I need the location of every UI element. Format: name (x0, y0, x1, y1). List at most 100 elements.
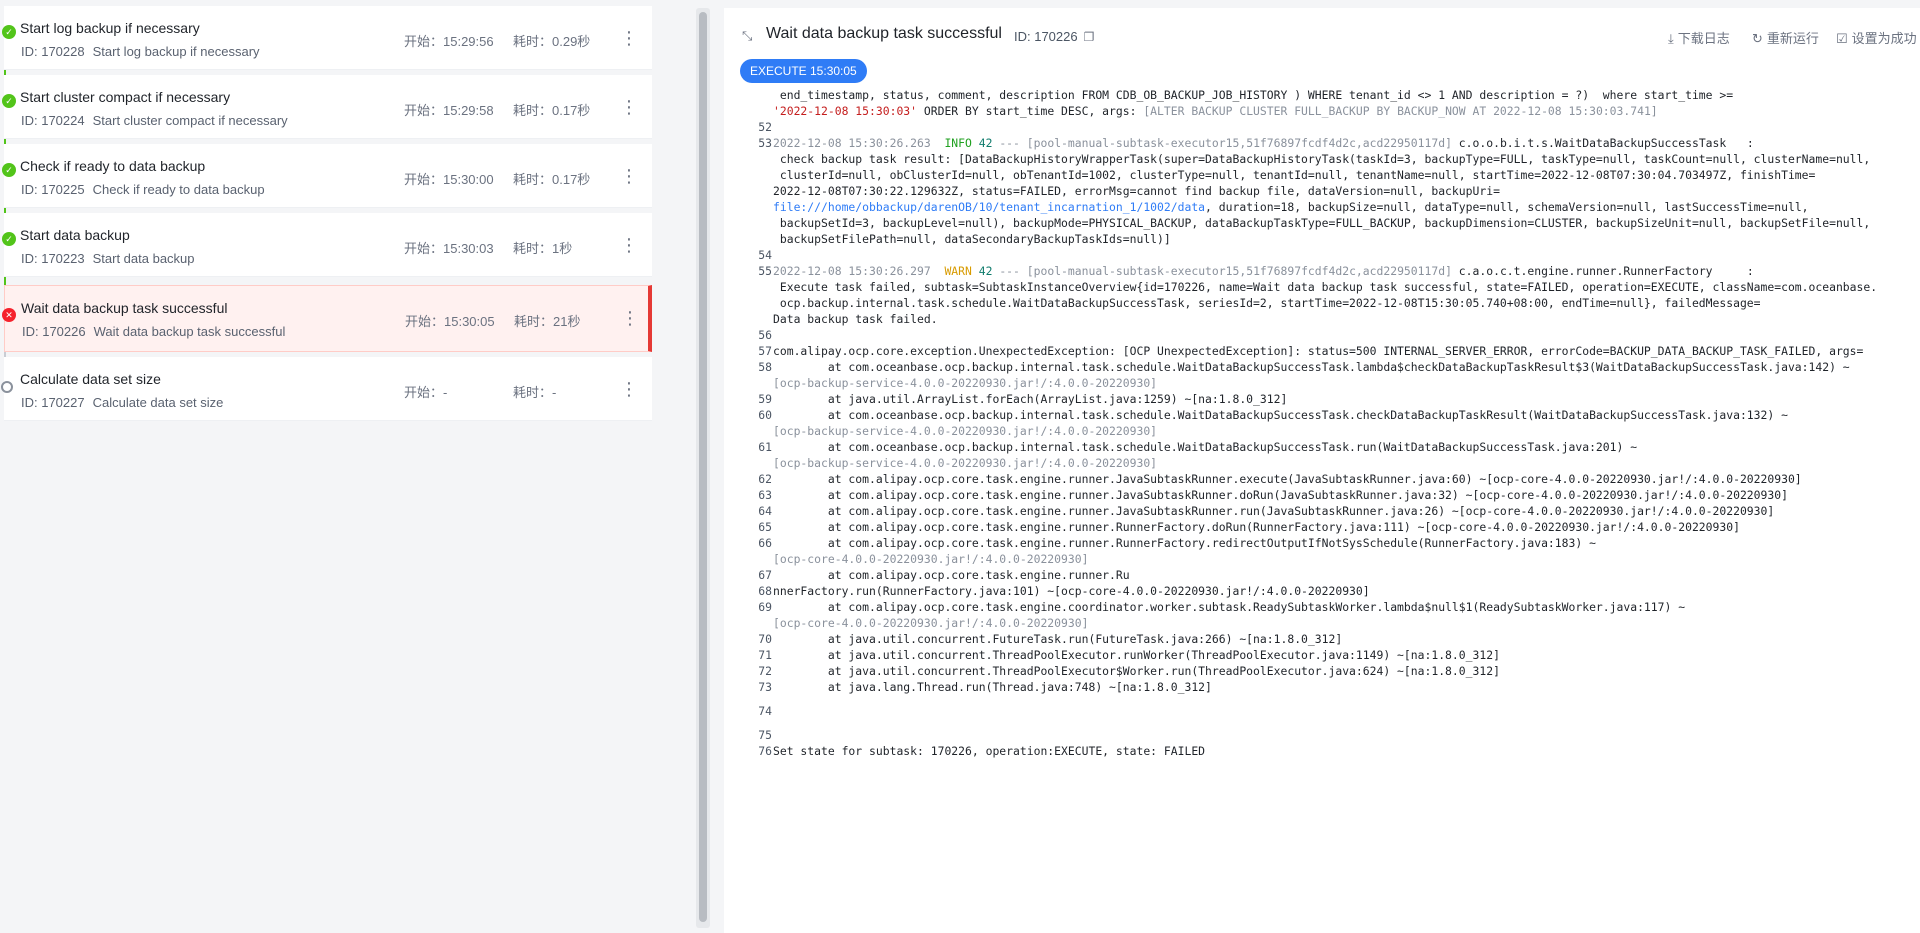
subtask-id: ID: 170226 (1014, 29, 1078, 44)
panel-scrollbar[interactable] (696, 8, 710, 928)
log-pid: 42 (978, 136, 993, 150)
subtask-item[interactable]: ✓ Start log backup if necessary ID: 1702… (2, 6, 652, 70)
log-pid: 42 (978, 264, 993, 278)
subtask-desc: Check if ready to data backup (92, 182, 265, 197)
log-line: backupSetFilePath=null, dataSecondaryBac… (773, 232, 1171, 246)
line-number: 53 (758, 136, 772, 150)
subtask-desc: Calculate data set size (92, 395, 224, 410)
line-number: 61 (758, 440, 772, 454)
line-number: 75 (758, 728, 772, 742)
set-success-button[interactable]: ☑ 设置为成功 (1836, 28, 1917, 47)
log-line: clusterId=null, obClusterId=null, obTena… (773, 168, 1816, 182)
log-line: at com.alipay.ocp.core.task.engine.runne… (773, 472, 1802, 486)
refresh-icon: ↻ (1752, 31, 1763, 46)
subtask-id: ID: 170227 (21, 395, 85, 410)
subtask-item[interactable]: ✓ Start data backup ID: 170223 Start data… (2, 213, 652, 277)
log-line: at com.oceanbase.ocp.backup.internal.tas… (773, 360, 1850, 374)
line-number: 52 (758, 120, 772, 134)
more-vertical-icon[interactable]: ⋮ (620, 95, 638, 119)
log-line: at java.lang.Thread.run(Thread.java:748)… (773, 680, 1212, 694)
log-class: c.o.o.b.i.t.s.WaitDataBackupSuccessTask … (1451, 136, 1754, 150)
download-log-label: 下载日志 (1677, 31, 1730, 46)
log-text: , duration=18, backupSize=null, dataType… (1205, 200, 1809, 214)
line-number: 66 (758, 536, 772, 550)
subtask-list: ✓ Start log backup if necessary ID: 1702… (0, 0, 652, 933)
subtask-id-line: ID: 170228 Start log backup if necessary (21, 44, 260, 59)
more-vertical-icon[interactable]: ⋮ (620, 233, 638, 257)
subtask-duration: 耗时：21秒 (514, 314, 581, 329)
line-number: 56 (758, 328, 772, 342)
more-vertical-icon[interactable]: ⋮ (620, 164, 638, 188)
subtask-desc: Start data backup (92, 251, 195, 266)
subtask-item-active[interactable]: ✕ Wait data backup task successful ID: 1… (2, 285, 652, 352)
subtask-id-line: ID: 170223 Start data backup (21, 251, 195, 266)
log-line: check backup task result: [DataBackupHis… (773, 152, 1871, 166)
log-line: [ocp-backup-service-4.0.0-20220930.jar!/… (773, 456, 1158, 470)
more-vertical-icon[interactable]: ⋮ (620, 377, 638, 401)
checkbox-icon: ☑ (1836, 31, 1848, 46)
log-thread: --- [pool-manual-subtask-executor15,51f7… (992, 264, 1452, 278)
more-vertical-icon[interactable]: ⋮ (620, 26, 638, 50)
log-line: nnerFactory.run(RunnerFactory.java:101) … (773, 584, 1370, 598)
line-number: 65 (758, 520, 772, 534)
log-line: Set state for subtask: 170226, operation… (773, 744, 1206, 758)
check-icon: ✓ (2, 163, 16, 177)
subtask-id: ID: 170226 (22, 324, 86, 339)
subtask-id: ID: 170225 (21, 182, 85, 197)
subtask-title: Start data backup (20, 227, 130, 243)
subtask-id: ID: 170223 (21, 251, 85, 266)
log-line: '2022-12-08 15:30:03' ORDER BY start_tim… (773, 104, 1918, 118)
line-number: 58 (758, 360, 772, 374)
download-log-button[interactable]: ⤓ 下载日志 (1668, 28, 1730, 47)
subtask-id-line: ID: 170225 Check if ready to data backup (21, 182, 265, 197)
line-number: 68 (758, 584, 772, 598)
set-success-label: 设置为成功 (1851, 31, 1917, 46)
line-number: 64 (758, 504, 772, 518)
line-number: 76 (758, 744, 772, 758)
line-number: 62 (758, 472, 772, 486)
log-line: [ocp-core-4.0.0-20220930.jar!/:4.0.0-202… (773, 552, 1089, 566)
subtask-desc: Start cluster compact if necessary (92, 113, 288, 128)
subtask-item[interactable]: ✓ Start cluster compact if necessary ID:… (2, 75, 652, 139)
log-line: at com.alipay.ocp.core.task.engine.runne… (773, 520, 1740, 534)
check-icon: ✓ (2, 25, 16, 39)
execute-tag[interactable]: EXECUTE 15:30:05 (740, 59, 867, 83)
line-number: 60 (758, 408, 772, 422)
subtask-duration: 耗时：- (513, 385, 557, 400)
rerun-button[interactable]: ↻ 重新运行 (1752, 28, 1819, 47)
scrollbar-thumb[interactable] (699, 12, 707, 922)
subtask-duration: 耗时：0.17秒 (513, 103, 591, 118)
more-vertical-icon[interactable]: ⋮ (621, 306, 639, 330)
subtask-start-time: 开始：15:30:00 (404, 172, 494, 187)
log-line: at java.util.ArrayList.forEach(ArrayList… (773, 392, 1288, 406)
rerun-label: 重新运行 (1766, 31, 1819, 46)
copy-icon[interactable]: ❐ (1084, 30, 1095, 44)
log-args: [ALTER BACKUP CLUSTER FULL_BACKUP BY BAC… (1143, 104, 1658, 118)
log-line: backupSetId=3, backupLevel=null), backup… (773, 216, 1871, 230)
subtask-item[interactable]: ✓ Check if ready to data backup ID: 1702… (2, 144, 652, 208)
subtask-log-panel: ⤡ Wait data backup task successful ID: 1… (724, 8, 1920, 933)
subtask-duration: 耗时：1秒 (513, 241, 573, 256)
log-line: 2022-12-08 15:30:26.297 WARN 42 --- [poo… (773, 264, 1918, 278)
subtask-title: Wait data backup task successful (21, 300, 228, 316)
line-number: 73 (758, 680, 772, 694)
log-line: com.alipay.ocp.core.exception.Unexpected… (773, 344, 1864, 358)
log-timestamp: 2022-12-08 15:30:26.297 (773, 264, 931, 278)
log-line: at java.util.concurrent.FutureTask.run(F… (773, 632, 1343, 646)
log-line: at com.alipay.ocp.core.task.engine.runne… (773, 568, 1130, 582)
collapse-icon[interactable]: ⤡ (742, 28, 758, 44)
download-icon: ⤓ (1668, 31, 1674, 46)
log-line: at com.alipay.ocp.core.task.engine.runne… (773, 536, 1596, 550)
log-line: at java.util.concurrent.ThreadPoolExecut… (773, 664, 1500, 678)
log-level-warn: WARN (944, 264, 972, 278)
line-number: 67 (758, 568, 772, 582)
log-line: at com.alipay.ocp.core.task.engine.runne… (773, 488, 1788, 502)
log-thread: --- [pool-manual-subtask-executor15,51f7… (992, 136, 1452, 150)
subtask-item[interactable]: Calculate data set size ID: 170227 Calcul… (1, 357, 652, 421)
task-detail-page: ✓ Start log backup if necessary ID: 1702… (0, 0, 1920, 933)
backup-uri-link[interactable]: file:///home/obbackup/darenOB/10/tenant_… (773, 200, 1205, 214)
subtask-id-line: ID: 170226 Wait data backup task successf… (22, 324, 285, 339)
log-panel-title: Wait data backup task successful (766, 25, 1002, 42)
subtask-duration: 耗时：0.29秒 (513, 34, 591, 49)
check-icon: ✓ (2, 94, 16, 108)
